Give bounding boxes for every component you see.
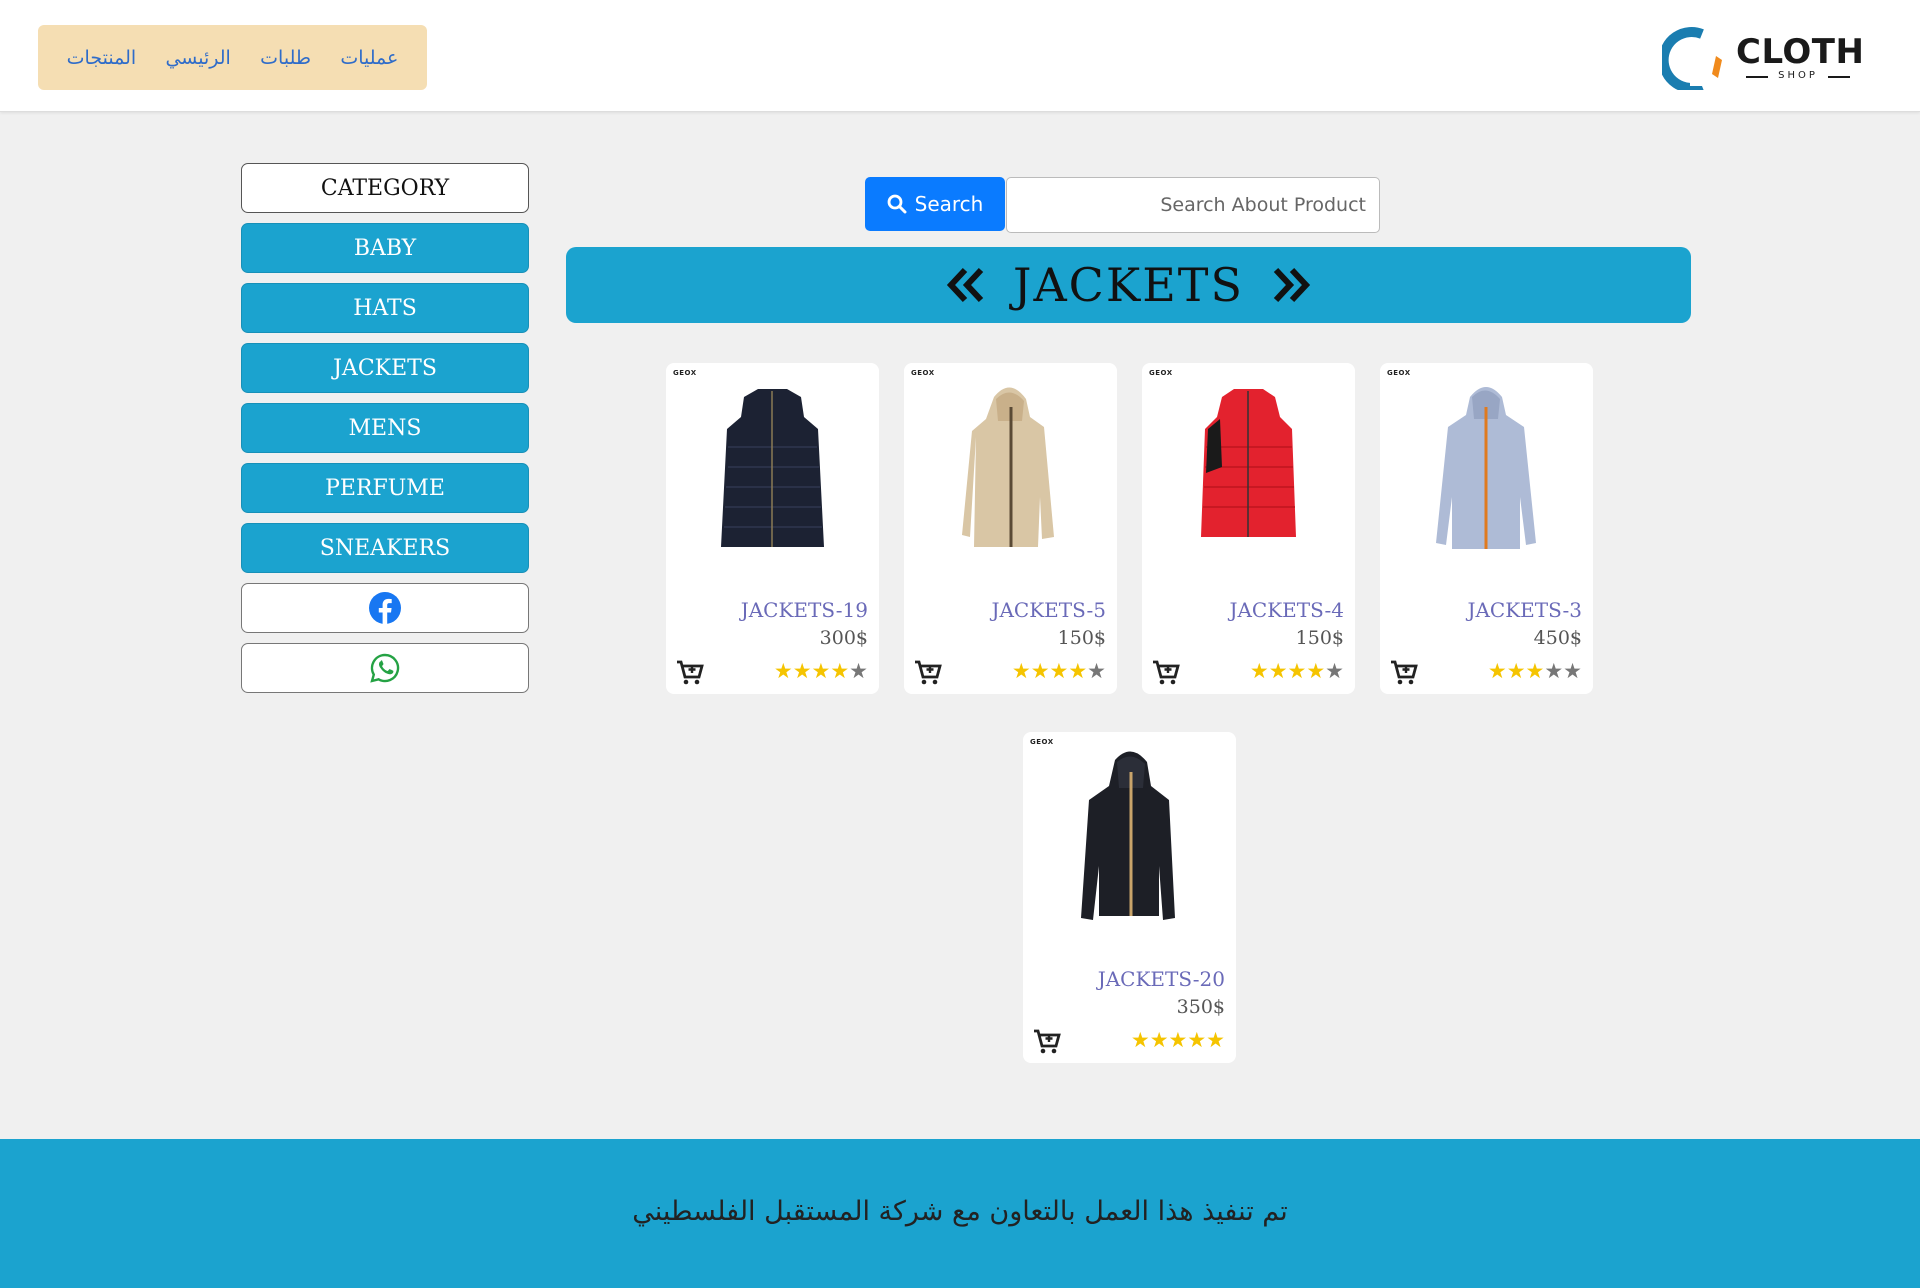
category-sidebar: Category baby hats jackets mens perfume … [241, 163, 529, 703]
rating-stars: ★★★★★ [774, 659, 868, 683]
star-filled-icon: ★ [792, 659, 812, 683]
nav-link-products[interactable]: المنتجات [67, 47, 136, 69]
product-name[interactable]: jackets-20 [1098, 967, 1225, 991]
footer: تم تنفيذ هذا العمل بالتعاون مع شركة المس… [0, 1139, 1920, 1288]
brand-label: GEOX [1149, 369, 1173, 377]
brand-label: GEOX [911, 369, 935, 377]
header: عمليات طلبات الرئيسي المنتجات CLOTH SHOP [0, 0, 1920, 112]
add-to-cart-icon[interactable] [1033, 1029, 1061, 1055]
star-filled-icon: ★ [1030, 659, 1050, 683]
product-price: 300$ [819, 627, 868, 649]
brand-label: GEOX [673, 369, 697, 377]
product-card[interactable]: GEOX jackets-20 350$ ★★★★★ [1023, 732, 1236, 1063]
search-icon [887, 194, 907, 214]
product-card[interactable]: GEOX jackets-4 150$ ★★★★★ [1142, 363, 1355, 694]
category-sneakers-button[interactable]: sneakers [241, 523, 529, 573]
product-price: 150$ [1057, 627, 1106, 649]
whatsapp-button[interactable] [241, 643, 529, 693]
product-name[interactable]: jackets-5 [991, 598, 1106, 622]
product-price: 350$ [1176, 996, 1225, 1018]
star-filled-icon: ★ [1149, 1028, 1169, 1052]
product-name[interactable]: jackets-3 [1467, 598, 1582, 622]
star-filled-icon: ★ [1487, 659, 1507, 683]
star-filled-icon: ★ [1206, 1028, 1225, 1052]
product-image[interactable] [1380, 377, 1593, 557]
star-filled-icon: ★ [1525, 659, 1545, 683]
product-price: 150$ [1295, 627, 1344, 649]
footer-text: تم تنفيذ هذا العمل بالتعاون مع شركة المس… [632, 1196, 1288, 1227]
product-name[interactable]: jackets-19 [741, 598, 868, 622]
logo-name: CLOTH [1736, 32, 1865, 72]
add-to-cart-icon[interactable] [676, 660, 704, 686]
category-perfume-button[interactable]: perfume [241, 463, 529, 513]
star-filled-icon: ★ [1506, 659, 1526, 683]
product-card[interactable]: GEOX jackets-5 150$ ★★★★★ [904, 363, 1117, 694]
star-filled-icon: ★ [1187, 1028, 1207, 1052]
logo-mark-icon [1662, 27, 1722, 90]
add-to-cart-icon[interactable] [1390, 660, 1418, 686]
star-filled-icon: ★ [1268, 659, 1288, 683]
star-empty-icon: ★ [1087, 659, 1106, 683]
whatsapp-icon [370, 653, 400, 683]
nav-link-orders[interactable]: طلبات [260, 47, 311, 69]
star-empty-icon: ★ [1563, 659, 1582, 683]
facebook-button[interactable] [241, 583, 529, 633]
previous-category-button[interactable] [947, 265, 987, 305]
category-jackets-button[interactable]: jackets [241, 343, 529, 393]
star-filled-icon: ★ [1249, 659, 1269, 683]
next-category-button[interactable] [1270, 265, 1310, 305]
star-filled-icon: ★ [830, 659, 850, 683]
logo[interactable]: CLOTH SHOP [1662, 26, 1864, 90]
product-card[interactable]: GEOX jackets-19 300$ ★★★★★ [666, 363, 879, 694]
star-filled-icon: ★ [1168, 1028, 1188, 1052]
star-filled-icon: ★ [1068, 659, 1088, 683]
rating-stars: ★★★★★ [1131, 1028, 1225, 1052]
star-filled-icon: ★ [1130, 1028, 1150, 1052]
star-empty-icon: ★ [1325, 659, 1344, 683]
add-to-cart-icon[interactable] [914, 660, 942, 686]
rating-stars: ★★★★★ [1012, 659, 1106, 683]
category-baby-button[interactable]: baby [241, 223, 529, 273]
product-image[interactable] [904, 377, 1117, 557]
category-hats-button[interactable]: hats [241, 283, 529, 333]
product-image[interactable] [1023, 746, 1236, 926]
star-filled-icon: ★ [811, 659, 831, 683]
nav-link-home[interactable]: الرئيسي [165, 47, 230, 69]
brand-label: GEOX [1030, 738, 1054, 746]
star-empty-icon: ★ [849, 659, 868, 683]
double-chevron-right-icon [1273, 267, 1310, 303]
logo-subtitle: SHOP [1746, 70, 1850, 81]
nav-link-operations[interactable]: عمليات [340, 47, 398, 69]
rating-stars: ★★★★★ [1250, 659, 1344, 683]
search-button-label: Search [914, 192, 984, 216]
star-filled-icon: ★ [773, 659, 793, 683]
star-empty-icon: ★ [1544, 659, 1564, 683]
product-price: 450$ [1533, 627, 1582, 649]
category-mens-button[interactable]: mens [241, 403, 529, 453]
nav-bar: عمليات طلبات الرئيسي المنتجات [38, 25, 427, 90]
category-header: Category [241, 163, 529, 213]
category-banner: Jackets [566, 247, 1691, 323]
search-input[interactable] [1006, 177, 1380, 233]
banner-title: Jackets [1013, 258, 1244, 312]
facebook-icon [369, 592, 401, 624]
rating-stars: ★★★★★ [1488, 659, 1582, 683]
star-filled-icon: ★ [1287, 659, 1307, 683]
star-filled-icon: ★ [1049, 659, 1069, 683]
brand-label: GEOX [1387, 369, 1411, 377]
double-chevron-left-icon [947, 267, 984, 303]
search-button[interactable]: Search [865, 177, 1005, 231]
product-card[interactable]: GEOX jackets-3 450$ ★★★★★ [1380, 363, 1593, 694]
product-image[interactable] [666, 377, 879, 557]
star-filled-icon: ★ [1011, 659, 1031, 683]
star-filled-icon: ★ [1306, 659, 1326, 683]
product-image[interactable] [1142, 377, 1355, 557]
product-name[interactable]: jackets-4 [1229, 598, 1344, 622]
add-to-cart-icon[interactable] [1152, 660, 1180, 686]
